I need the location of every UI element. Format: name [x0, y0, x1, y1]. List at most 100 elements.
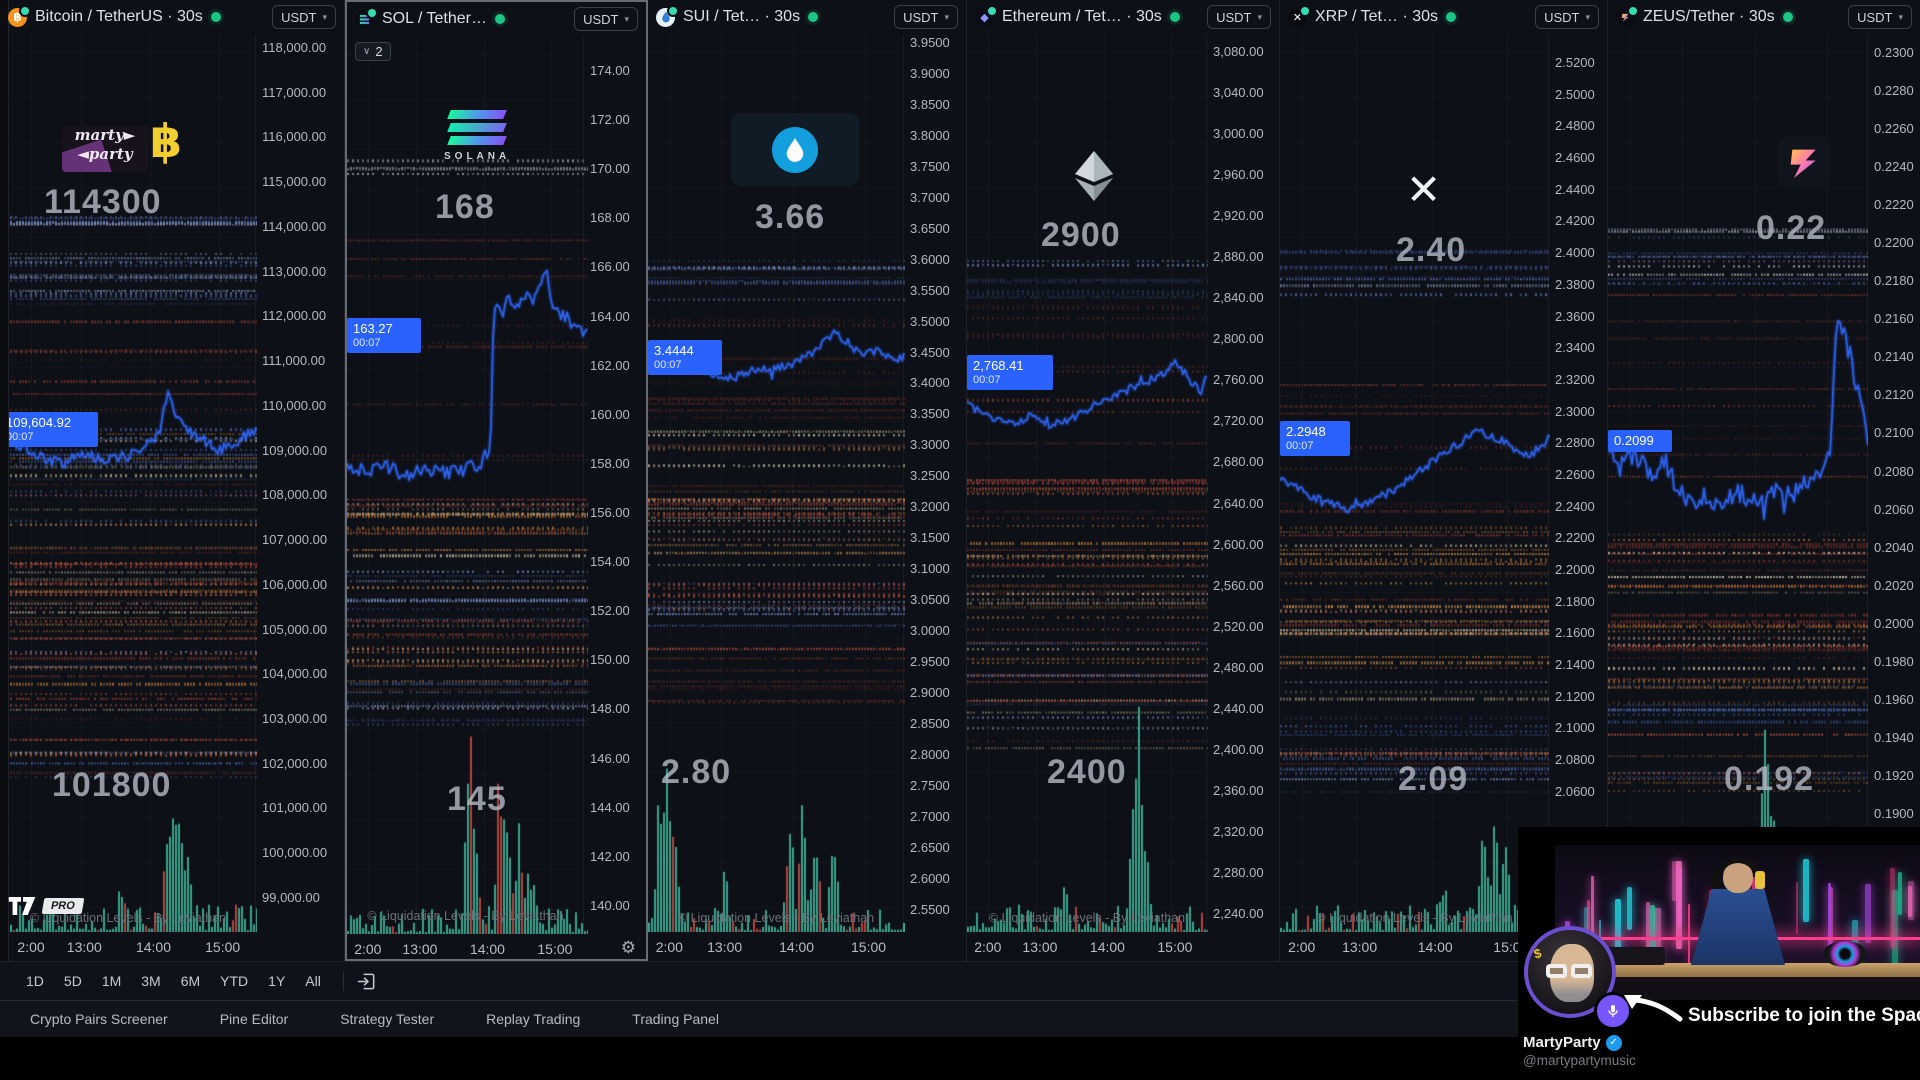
price-axis[interactable]: 0.23000.22800.22600.22400.22200.22000.21… [1868, 46, 1920, 820]
currency-dropdown[interactable]: USDT▾ [574, 7, 638, 31]
collapse-badge[interactable]: ∨2 [355, 42, 391, 61]
tradingview-logo[interactable]: PRO [8, 897, 83, 915]
price-tick: 2.2000 [1549, 563, 1607, 576]
time-axis[interactable]: ⚙2:0013:0014:0015:00 [347, 934, 646, 963]
currency-dropdown[interactable]: USDT▾ [1207, 5, 1271, 29]
price-axis[interactable]: 2.52002.50002.48002.46002.44002.42002.40… [1549, 56, 1607, 798]
martyparty-watermark-logo: marty►◄party [62, 126, 148, 172]
symbol-title[interactable]: XRP / Tet… · 30s [1315, 8, 1438, 26]
time-axis[interactable]: 2:0013:0014:0015:00 [967, 932, 1279, 961]
symbol-title[interactable]: SOL / Tether… [382, 10, 487, 28]
price-tick: 101,000.00 [256, 801, 344, 814]
price-tick: 2,840.00 [1207, 291, 1279, 304]
go-to-date-icon[interactable] [356, 971, 377, 992]
price-tick: 2.2200 [1549, 531, 1607, 544]
verified-badge-icon: ✓ [1606, 1035, 1622, 1051]
symbol-title[interactable]: Bitcoin / TetherUS · 30s [35, 8, 203, 26]
attribution-text: © Liquidation Levels - By Leviathan [1280, 911, 1549, 925]
price-tick: 170.00 [584, 162, 646, 175]
price-tick: 0.2140 [1868, 350, 1920, 363]
watermark-price-top: 0.22 [1756, 209, 1826, 248]
timeframe-ytd[interactable]: YTD [210, 968, 258, 994]
time-axis[interactable]: 2:0013:0014:0015:00 [0, 932, 344, 961]
price-tick: 3.5500 [904, 284, 966, 297]
price-tick: 116,000.00 [256, 130, 344, 143]
tab-trading-panel[interactable]: Trading Panel [632, 1011, 719, 1027]
status-dot [1170, 12, 1180, 22]
price-tick: 2.3200 [1549, 373, 1607, 386]
price-tick: 0.1940 [1868, 731, 1920, 744]
currency-dropdown[interactable]: USDT▾ [272, 5, 336, 29]
price-badge: 163.2700:07 [347, 318, 421, 353]
price-tick: 140.00 [584, 899, 646, 912]
price-tick: 0.2260 [1868, 122, 1920, 135]
price-axis[interactable]: 3,080.003,040.003,000.002,960.002,920.00… [1207, 45, 1279, 920]
chevron-down-icon: ▾ [1257, 12, 1262, 23]
price-tick: 2.3800 [1549, 278, 1607, 291]
ethereum-icon: ◆ [975, 8, 994, 27]
time-label: 2:00 [656, 939, 683, 955]
price-tick: 156.00 [584, 506, 646, 519]
status-dot [211, 12, 221, 22]
toolbar-divider [343, 971, 344, 991]
tab-replay-trading[interactable]: Replay Trading [486, 1011, 580, 1027]
timeframe-1y[interactable]: 1Y [258, 968, 295, 994]
tab-crypto-pairs-screener[interactable]: Crypto Pairs Screener [30, 1011, 168, 1027]
price-tick: 107,000.00 [256, 533, 344, 546]
avatar[interactable]: $ [1524, 926, 1616, 1018]
price-tick: 0.2000 [1868, 617, 1920, 630]
timeframe-1d[interactable]: 1D [16, 968, 54, 994]
price-axis[interactable]: 118,000.00117,000.00116,000.00115,000.00… [256, 41, 344, 904]
price-tick: 0.2080 [1868, 465, 1920, 478]
symbol-title[interactable]: SUI / Tet… · 30s [683, 8, 800, 26]
price-axis[interactable]: 174.00172.00170.00168.00166.00164.00162.… [584, 64, 646, 912]
currency-dropdown[interactable]: USDT▾ [1848, 5, 1912, 29]
timeframe-all[interactable]: All [295, 968, 331, 994]
tab-strategy-tester[interactable]: Strategy Tester [340, 1011, 434, 1027]
time-label: 15:00 [1157, 939, 1192, 955]
time-label: 14:00 [470, 941, 505, 957]
attribution-text: © Liquidation Levels - By Leviathan [648, 911, 904, 925]
tab-pine-editor[interactable]: Pine Editor [220, 1011, 288, 1027]
price-axis[interactable]: 3.95003.90003.85003.80003.75003.70003.65… [904, 36, 966, 916]
price-tick: 142.00 [584, 850, 646, 863]
timeframe-1m[interactable]: 1M [92, 968, 131, 994]
price-tick: 0.2280 [1868, 84, 1920, 97]
price-tick: 160.00 [584, 408, 646, 421]
spark-icon [667, 5, 679, 17]
symbol-title[interactable]: ZEUS/Tether · 30s [1643, 8, 1775, 26]
price-tick: 0.2060 [1868, 503, 1920, 516]
timeframe-5d[interactable]: 5D [54, 968, 92, 994]
time-axis[interactable]: 2:0013:0014:0015:00 [648, 932, 966, 961]
trading-multichart-app: marty►◄party ฿ 114300 101800 © Liquidati… [0, 0, 1920, 1080]
watermark-price-bottom: 145 [447, 780, 507, 819]
bitcoin-symbol-watermark: ฿ [150, 114, 182, 168]
price-tick: 103,000.00 [256, 712, 344, 725]
chart-panel-solana: SOLANA 168 145 © Liquidation Levels - By… [345, 0, 648, 961]
symbol-title[interactable]: Ethereum / Tet… · 30s [1002, 8, 1162, 26]
price-tick: 2.0800 [1549, 753, 1607, 766]
price-badge: 0.2099 [1608, 430, 1672, 452]
price-tick: 3.1500 [904, 531, 966, 544]
price-tick: 2.5200 [1549, 56, 1607, 69]
price-tick: 0.2180 [1868, 274, 1920, 287]
currency-dropdown[interactable]: USDT▾ [894, 5, 958, 29]
gear-icon[interactable]: ⚙ [621, 938, 636, 958]
price-tick: 2.4600 [1549, 151, 1607, 164]
price-tick: 105,000.00 [256, 623, 344, 636]
currency-dropdown[interactable]: USDT▾ [1535, 5, 1599, 29]
price-tick: 2.2400 [1549, 500, 1607, 513]
panel-header: SUI / Tet… · 30s USDT▾ [648, 0, 966, 34]
timeframe-3m[interactable]: 3M [131, 968, 170, 994]
price-tick: 3.2500 [904, 469, 966, 482]
price-tick: 0.2120 [1868, 388, 1920, 401]
time-label: 13:00 [1022, 939, 1057, 955]
timeframe-6m[interactable]: 6M [171, 968, 210, 994]
time-label: 13:00 [1342, 939, 1377, 955]
price-tick: 106,000.00 [256, 578, 344, 591]
price-tick: 2,680.00 [1207, 455, 1279, 468]
price-tick: 148.00 [584, 702, 646, 715]
price-tick: 2,400.00 [1207, 743, 1279, 756]
sui-icon [656, 8, 675, 27]
price-tick: 2.6000 [904, 872, 966, 885]
